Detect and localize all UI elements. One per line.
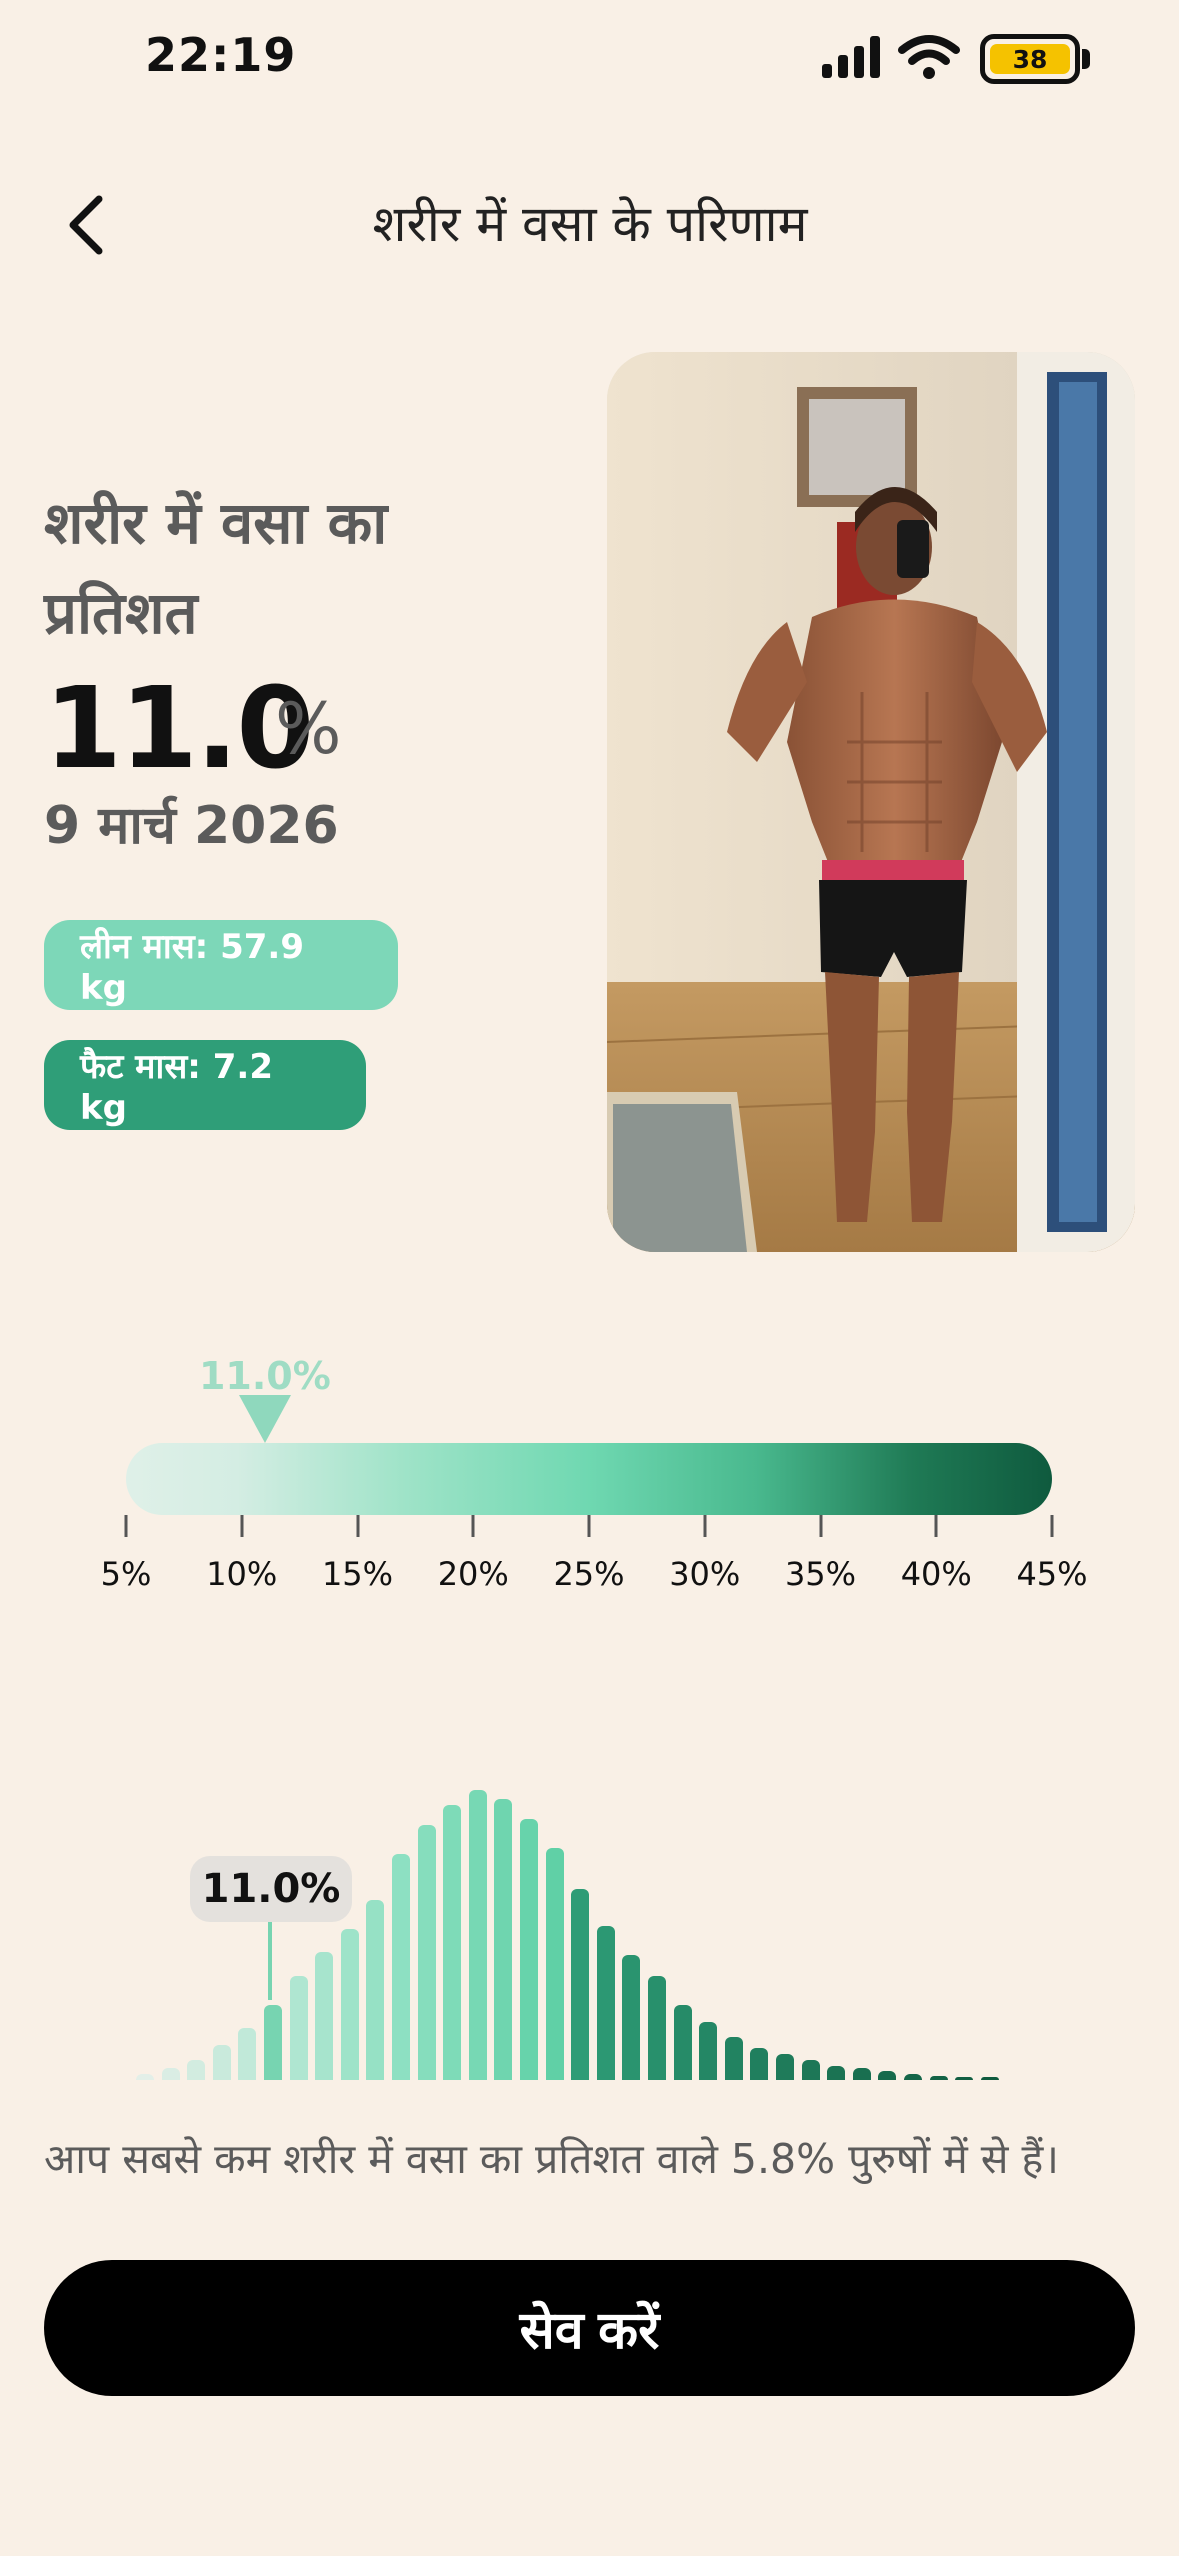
histogram-bar — [520, 1819, 538, 2080]
histogram-bar — [264, 2004, 282, 2080]
scale-tick-label: 45% — [1016, 1555, 1088, 1593]
histogram-bar — [852, 2068, 871, 2080]
scale-tick-label: 30% — [669, 1555, 741, 1593]
histogram-bar — [468, 1790, 487, 2080]
histogram-bar — [596, 1926, 615, 2080]
scale-tick-label: 25% — [553, 1555, 625, 1593]
scale-tick — [703, 1515, 707, 1537]
scale-tick — [240, 1515, 244, 1537]
scale-tick — [587, 1515, 591, 1537]
body-fat-results-screen: 22:19 38 शरीर में वसा के परिणाम शरीर में… — [0, 0, 1179, 2556]
cellular-signal-icon — [822, 36, 880, 78]
scale-tick — [934, 1515, 938, 1537]
histogram-bar — [136, 2074, 154, 2080]
histogram-bar — [417, 1824, 436, 2080]
histogram-bar — [212, 2045, 231, 2080]
scale-tick — [819, 1515, 822, 1537]
histogram-bar — [776, 2053, 794, 2080]
scale-tick-label: 15% — [321, 1555, 394, 1593]
save-button[interactable]: सेव करें — [44, 2260, 1135, 2396]
percentile-summary: आप सबसे कम शरीर में वसा का प्रतिशत वाले … — [44, 2135, 1059, 2183]
histogram-bar — [545, 1848, 564, 2080]
histogram-bar — [366, 1900, 385, 2080]
body-fat-value: 11.0 — [44, 664, 314, 794]
histogram-callout-line — [268, 1922, 272, 2000]
body-fat-heading: शरीर में वसा का प्रतिशत — [44, 478, 444, 658]
histogram-bar — [622, 1955, 641, 2080]
histogram-callout: 11.0% — [190, 1856, 352, 1922]
scale-tick-label: 10% — [206, 1555, 278, 1593]
body-fat-scale-bar — [126, 1443, 1052, 1515]
histogram-bar — [289, 1975, 308, 2080]
scale-tick — [356, 1515, 359, 1537]
body-fat-heading-line1: शरीर में वसा का — [44, 489, 388, 557]
histogram-bar — [340, 1929, 359, 2080]
back-button[interactable] — [50, 188, 120, 262]
histogram-bar — [801, 2059, 820, 2080]
histogram-bar — [904, 2074, 922, 2080]
scale-tick-label: 20% — [437, 1555, 509, 1593]
histogram-bar — [315, 1952, 334, 2080]
histogram-bar — [238, 2027, 257, 2080]
histogram-bar — [724, 2036, 743, 2080]
histogram-bar — [571, 1888, 590, 2080]
histogram-bar — [929, 2075, 948, 2080]
histogram-bar — [673, 2004, 692, 2080]
scale-tick — [1050, 1515, 1054, 1537]
histogram-bar — [699, 2022, 718, 2080]
histogram-bar — [955, 2076, 974, 2080]
histogram-bar — [187, 2059, 206, 2080]
fat-mass-badge: फैट मास: 7.2 kg — [44, 1040, 366, 1130]
scale-tick-label: 5% — [100, 1555, 152, 1593]
histogram-bar — [443, 1804, 462, 2080]
scale-tick-label: 40% — [900, 1555, 972, 1593]
distribution-histogram — [0, 1760, 1179, 2080]
wifi-icon — [898, 35, 960, 79]
histogram-bar — [827, 2065, 846, 2080]
histogram-bar — [750, 2048, 769, 2080]
battery-icon: 38 — [980, 34, 1090, 84]
battery-level: 38 — [990, 44, 1070, 74]
scale-tick — [471, 1515, 475, 1537]
measurement-date: 9 मार्च 2026 — [44, 796, 339, 856]
histogram-bar — [161, 2068, 180, 2080]
body-photo — [607, 352, 1135, 1252]
status-bar: 22:19 38 — [0, 0, 1179, 120]
scale-marker-pointer — [238, 1395, 291, 1443]
histogram-bar — [980, 2077, 999, 2080]
histogram-bar — [878, 2071, 897, 2080]
page-title: शरीर में वसा के परिणाम — [372, 195, 808, 253]
histogram-bar — [392, 1853, 410, 2080]
scale-tick — [124, 1515, 128, 1537]
histogram-bar — [494, 1798, 513, 2080]
body-fat-unit: % — [275, 688, 342, 770]
status-time: 22:19 — [145, 28, 297, 82]
histogram-bar — [648, 1975, 666, 2080]
scale-marker-label: 11.0% — [198, 1354, 331, 1398]
scale-tick-label: 35% — [784, 1555, 857, 1593]
chevron-left-icon — [69, 195, 103, 255]
lean-mass-badge: लीन मास: 57.9 kg — [44, 920, 398, 1010]
body-fat-heading-line2: प्रतिशत — [44, 579, 198, 647]
